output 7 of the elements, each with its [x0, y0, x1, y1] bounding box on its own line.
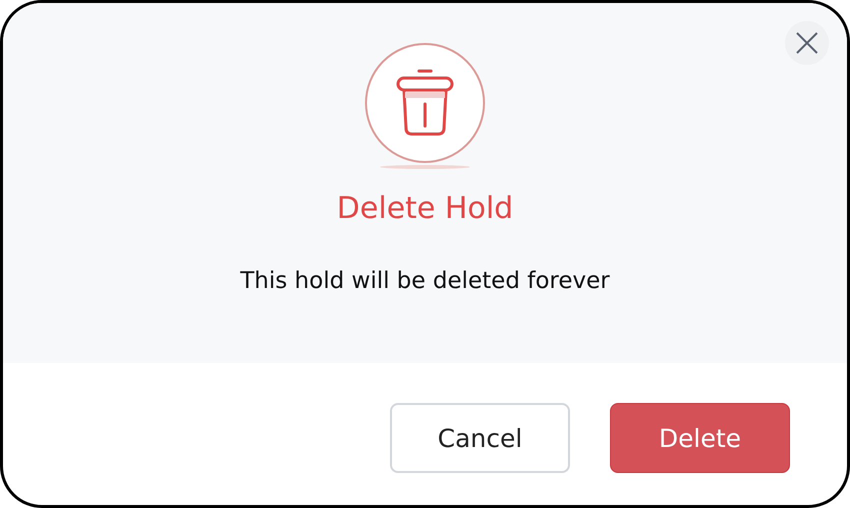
trash-icon [395, 68, 455, 138]
close-icon [795, 31, 819, 55]
delete-button[interactable]: Delete [610, 403, 790, 473]
dialog-title: Delete Hold [336, 191, 514, 226]
close-button[interactable] [785, 21, 829, 65]
dialog-message: This hold will be deleted forever [240, 268, 610, 294]
cancel-button[interactable]: Cancel [390, 403, 570, 473]
